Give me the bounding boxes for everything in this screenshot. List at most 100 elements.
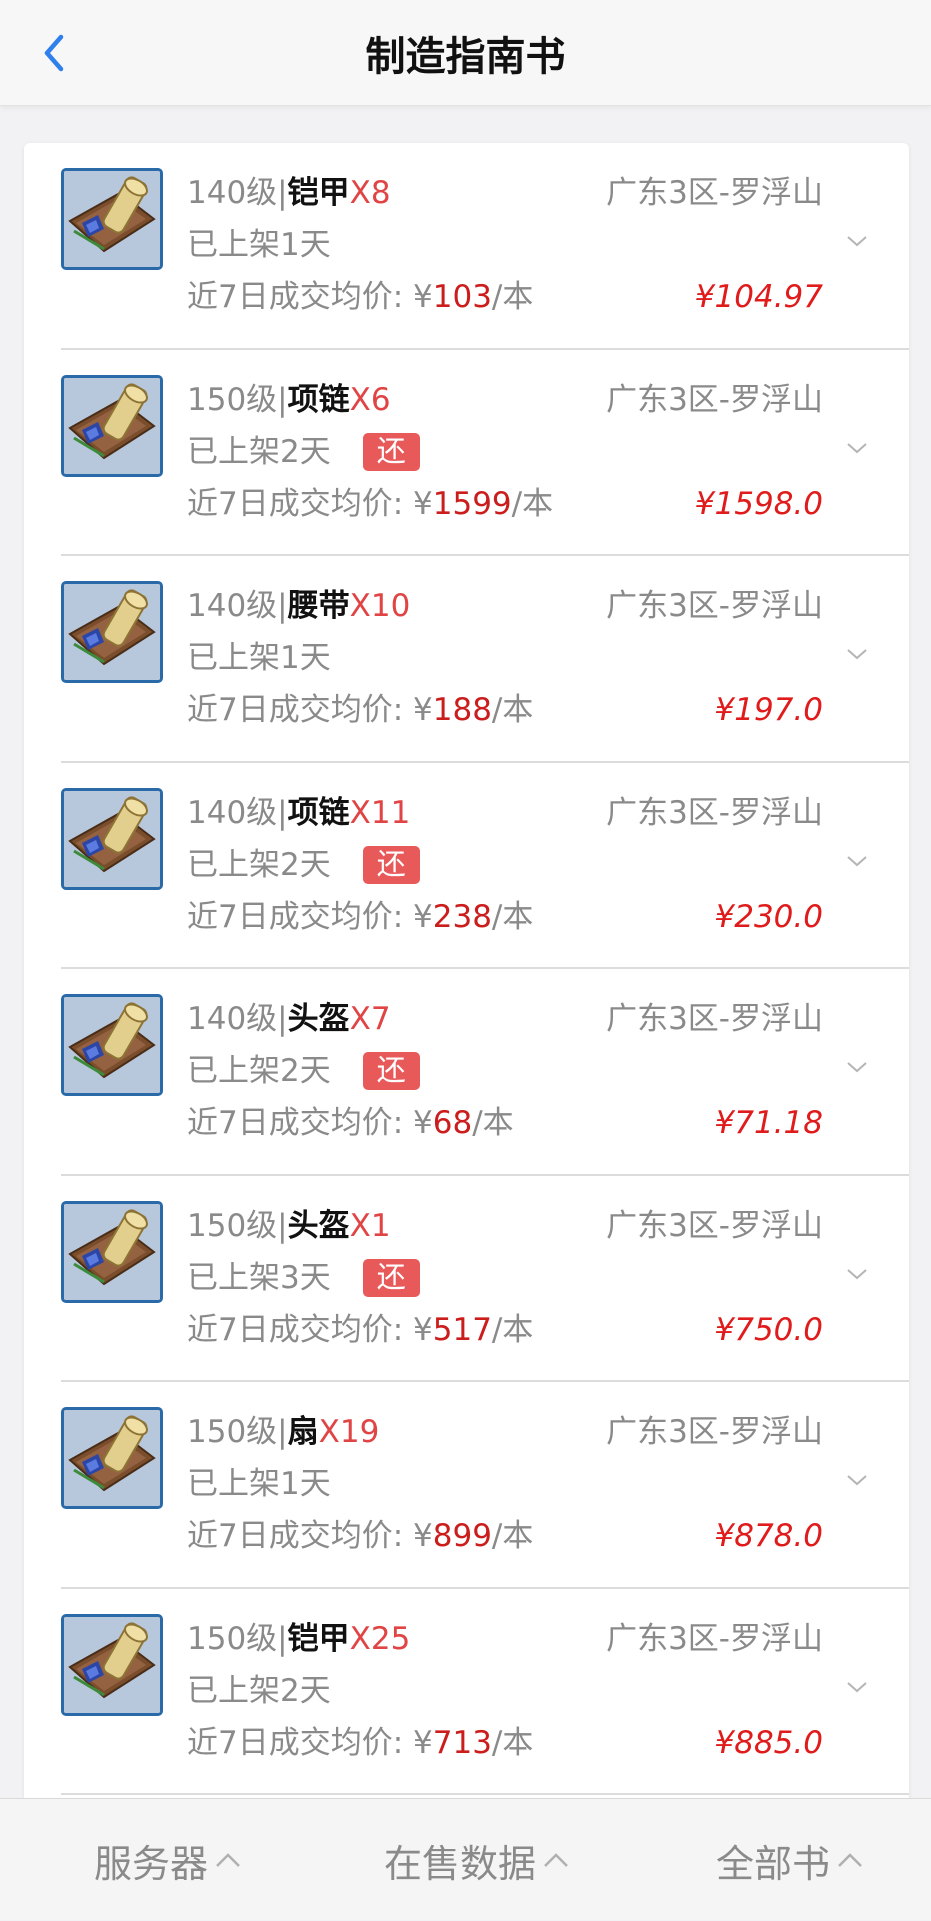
listing-price: ¥878.0: [714, 1518, 823, 1554]
item-title: 140级|铠甲X8: [187, 173, 391, 213]
chevron-up-icon: [216, 1853, 240, 1867]
chevron-down-icon[interactable]: [845, 642, 869, 666]
listing-age-line: 已上架2天还: [187, 432, 420, 472]
avg-price-suffix: /本: [491, 279, 534, 315]
item-name: 项链: [287, 794, 350, 831]
item-thumbnail: [61, 1613, 163, 1716]
item-name: 铠甲: [287, 175, 350, 211]
title-divider: |: [277, 1001, 288, 1037]
item-quantity: X25: [349, 1620, 411, 1657]
server-name: 广东3区-罗浮山: [606, 381, 823, 418]
listing-row[interactable]: 140级|头盔X7 广东3区-罗浮山 已上架2天还 近7日成交均价: ¥68/本…: [24, 969, 909, 1176]
chevron-down-icon[interactable]: [845, 1675, 869, 1699]
item-thumbnail: [61, 1200, 163, 1303]
title-divider: |: [277, 381, 288, 418]
item-level: 150级: [187, 381, 278, 418]
avg-price-line: 近7日成交均价: ¥713/本: [187, 1723, 533, 1763]
top-nav-bar: 制造指南书: [0, 0, 931, 106]
scroll-icon: [64, 1616, 160, 1713]
item-title: 140级|头盔X7: [187, 999, 391, 1039]
item-quantity: X19: [318, 1414, 380, 1450]
avg-price-suffix: /本: [511, 485, 554, 522]
listing-list: 140级|铠甲X8 广东3区-罗浮山 已上架1天 近7日成交均价: ¥103/本…: [24, 143, 909, 1795]
listing-price: ¥750.0: [714, 1311, 823, 1348]
listing-row[interactable]: 150级|头盔X1 广东3区-罗浮山 已上架3天还 近7日成交均价: ¥517/…: [24, 1176, 909, 1382]
avg-price-suffix: /本: [491, 692, 534, 728]
avg-price-suffix: /本: [491, 1311, 534, 1348]
server-name: 广东3区-罗浮山: [606, 1207, 823, 1244]
avg-price-prefix: 近7日成交均价: ¥: [187, 1518, 433, 1554]
item-title: 150级|头盔X1: [187, 1206, 391, 1246]
item-title: 140级|腰带X10: [187, 586, 410, 626]
listing-row[interactable]: 140级|腰带X10 广东3区-罗浮山 已上架1天 近7日成交均价: ¥188/…: [24, 556, 909, 763]
filter-bar: 服务器 在售数据 全部书: [0, 1798, 931, 1920]
listing-row[interactable]: 150级|扇X19 广东3区-罗浮山 已上架1天 近7日成交均价: ¥899/本…: [24, 1382, 909, 1589]
avg-price-value: 1599: [432, 485, 512, 522]
scroll-icon: [64, 997, 160, 1093]
chevron-down-icon[interactable]: [845, 1262, 869, 1286]
filter-tab-on-sale-data[interactable]: 在售数据: [384, 1799, 570, 1921]
listing-row[interactable]: 140级|铠甲X8 广东3区-罗浮山 已上架1天 近7日成交均价: ¥103/本…: [24, 143, 909, 350]
chevron-down-icon[interactable]: [845, 1468, 869, 1492]
avg-price-value: 517: [432, 1311, 492, 1348]
avg-price-prefix: 近7日成交均价: ¥: [187, 1724, 433, 1761]
item-title: 140级|项链X11: [187, 793, 410, 833]
avg-price-line: 近7日成交均价: ¥899/本: [187, 1516, 533, 1556]
item-level: 150级: [187, 1207, 278, 1244]
listed-duration: 已上架2天: [187, 1672, 331, 1709]
scroll-icon: [64, 790, 160, 887]
item-level: 140级: [187, 175, 278, 211]
avg-price-prefix: 近7日成交均价: ¥: [187, 1311, 433, 1348]
item-name: 扇: [287, 1414, 319, 1450]
avg-price-value: 238: [432, 898, 492, 935]
server-name: 广东3区-罗浮山: [606, 588, 823, 624]
item-level: 140级: [187, 794, 278, 831]
bargain-badge: 还: [362, 1052, 420, 1090]
server-name: 广东3区-罗浮山: [606, 175, 823, 211]
listing-card: 140级|铠甲X8 广东3区-罗浮山 已上架1天 近7日成交均价: ¥103/本…: [24, 143, 909, 1803]
item-thumbnail: [61, 581, 163, 683]
listing-age-line: 已上架1天: [187, 638, 331, 678]
avg-price-prefix: 近7日成交均价: ¥: [187, 1105, 433, 1141]
page-title: 制造指南书: [365, 34, 566, 80]
listing-price: ¥197.0: [714, 692, 823, 728]
avg-price-value: 899: [432, 1518, 492, 1554]
item-quantity: X7: [349, 1001, 391, 1037]
avg-price-prefix: 近7日成交均价: ¥: [187, 692, 433, 728]
chevron-down-icon[interactable]: [845, 436, 869, 460]
item-title: 150级|扇X19: [187, 1412, 379, 1452]
listing-row[interactable]: 150级|项链X6 广东3区-罗浮山 已上架2天还 近7日成交均价: ¥1599…: [24, 350, 909, 556]
avg-price-value: 713: [432, 1724, 492, 1761]
scroll-icon: [64, 377, 160, 474]
title-divider: |: [277, 1414, 288, 1450]
avg-price-line: 近7日成交均价: ¥1599/本: [187, 484, 553, 524]
item-name: 铠甲: [287, 1620, 350, 1657]
listing-row[interactable]: 140级|项链X11 广东3区-罗浮山 已上架2天还 近7日成交均价: ¥238…: [24, 763, 909, 969]
item-thumbnail: [61, 994, 163, 1096]
avg-price-value: 103: [432, 279, 492, 315]
listing-age-line: 已上架1天: [187, 1464, 331, 1504]
chevron-down-icon[interactable]: [845, 1055, 869, 1079]
item-thumbnail: [61, 168, 163, 270]
server-name: 广东3区-罗浮山: [606, 1620, 823, 1657]
avg-price-suffix: /本: [491, 898, 534, 935]
listing-age-line: 已上架3天还: [187, 1258, 420, 1298]
item-level: 150级: [187, 1620, 278, 1657]
listing-age-line: 已上架1天: [187, 225, 331, 265]
item-name: 头盔: [287, 1207, 350, 1244]
filter-tab-server[interactable]: 服务器: [94, 1799, 242, 1921]
listing-row[interactable]: 150级|铠甲X25 广东3区-罗浮山 已上架2天 近7日成交均价: ¥713/…: [24, 1589, 909, 1795]
item-thumbnail: [61, 787, 163, 890]
item-quantity: X1: [349, 1207, 391, 1244]
item-level: 140级: [187, 1001, 278, 1037]
chevron-down-icon[interactable]: [845, 849, 869, 873]
listing-price: ¥71.18: [714, 1105, 823, 1141]
scroll-icon: [64, 171, 160, 267]
item-quantity: X8: [349, 175, 391, 211]
chevron-down-icon[interactable]: [845, 229, 869, 253]
listing-age-line: 已上架2天: [187, 1671, 331, 1711]
listed-duration: 已上架1天: [187, 227, 331, 263]
filter-tab-all-books[interactable]: 全部书: [716, 1799, 864, 1921]
item-thumbnail: [61, 1407, 163, 1509]
listed-duration: 已上架2天: [187, 846, 331, 883]
